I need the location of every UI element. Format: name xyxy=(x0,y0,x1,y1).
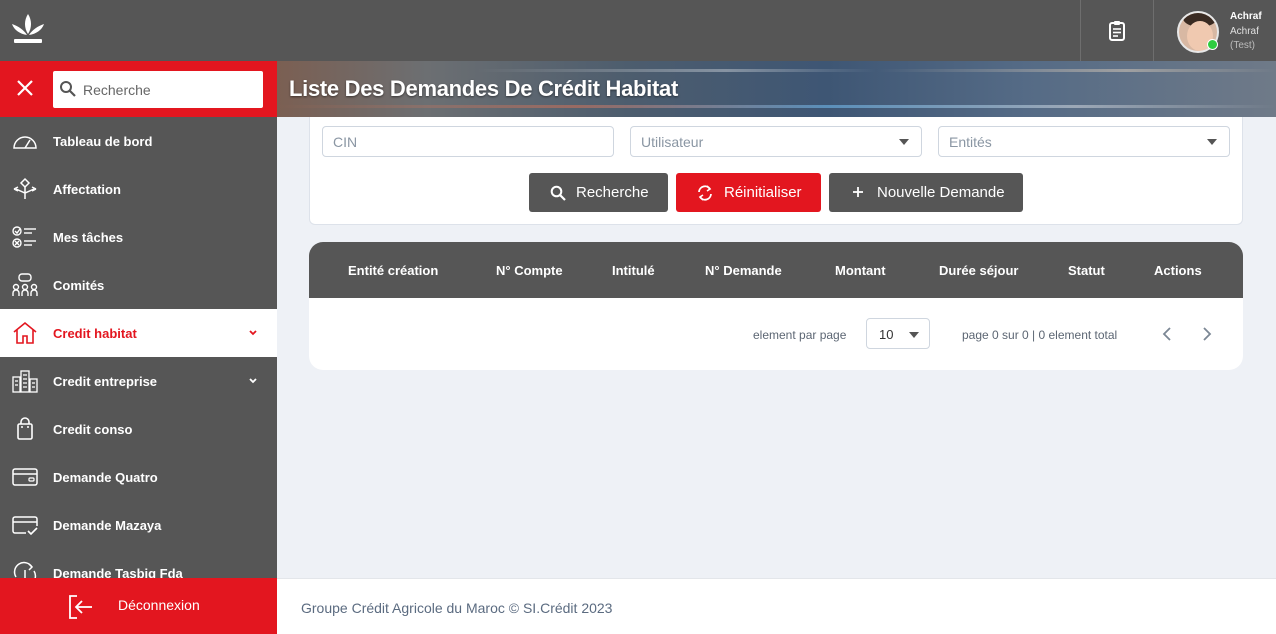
online-status-dot xyxy=(1207,39,1218,50)
clipboard-icon[interactable] xyxy=(1105,19,1129,43)
column-header[interactable]: Actions xyxy=(1154,263,1202,278)
logout-icon xyxy=(69,595,92,619)
route-icon xyxy=(13,177,37,199)
sidebar-item-affectation[interactable]: Affectation xyxy=(0,165,277,213)
footer-text: Groupe Crédit Agricole du Maroc © SI.Cré… xyxy=(301,600,613,616)
chevron-down-icon[interactable] xyxy=(247,375,259,387)
sidebar-item-credit-conso[interactable]: Credit conso xyxy=(0,405,277,453)
sidebar-item-label: Mes tâches xyxy=(53,230,124,245)
sidebar-item-label: Demande Quatro xyxy=(53,470,158,485)
column-header[interactable]: Entité création xyxy=(348,263,438,278)
caret-down-icon xyxy=(899,139,909,145)
user-placeholder: Utilisateur xyxy=(641,134,704,150)
logout-label: Déconnexion xyxy=(118,597,200,613)
checklist-icon xyxy=(12,226,36,248)
divider xyxy=(1080,0,1081,61)
shopping-bag-icon xyxy=(17,417,33,440)
refresh-icon xyxy=(698,185,712,201)
per-page-label: element par page xyxy=(753,328,847,342)
sidebar-item-demande-quatro[interactable]: Demande Quatro xyxy=(0,453,277,501)
table-header: Entité création N° Compte Intitulé N° De… xyxy=(309,242,1243,298)
cin-input[interactable]: CIN xyxy=(322,126,614,157)
user-tag: (Test) xyxy=(1230,40,1255,51)
buildings-icon xyxy=(12,370,38,393)
sidebar-item-label: Credit conso xyxy=(53,422,133,437)
caret-down-icon xyxy=(909,332,919,338)
sidebar: Tableau de bord Affectation Mes tâches xyxy=(0,61,277,634)
reset-button[interactable]: Réinitialiser xyxy=(676,173,821,212)
column-header[interactable]: Intitulé xyxy=(612,263,655,278)
user-name: Achraf xyxy=(1230,11,1262,22)
close-icon[interactable] xyxy=(14,77,36,99)
sidebar-item-tableau-de-bord[interactable]: Tableau de bord xyxy=(0,117,277,165)
chevron-left-icon[interactable] xyxy=(1160,326,1174,342)
search-button[interactable]: Recherche xyxy=(529,173,668,212)
sidebar-item-credit-entreprise[interactable]: Credit entreprise xyxy=(0,357,277,405)
sidebar-item-comites[interactable]: Comités xyxy=(0,261,277,309)
plus-icon xyxy=(853,187,863,197)
entities-placeholder: Entités xyxy=(949,134,992,150)
new-request-label: Nouvelle Demande xyxy=(877,184,1005,201)
sidebar-item-demande-mazaya[interactable]: Demande Mazaya xyxy=(0,501,277,549)
search-icon xyxy=(60,81,76,97)
entities-select[interactable]: Entités xyxy=(938,126,1230,157)
logout-button[interactable]: Déconnexion xyxy=(0,578,277,634)
sidebar-search xyxy=(53,71,263,108)
filter-panel: CIN Utilisateur Entités Recherche Réinit… xyxy=(309,117,1243,225)
column-header[interactable]: N° Demande xyxy=(705,263,782,278)
per-page-value: 10 xyxy=(879,327,894,342)
sidebar-menu: Tableau de bord Affectation Mes tâches C… xyxy=(0,117,277,597)
sidebar-item-label: Tableau de bord xyxy=(53,134,153,149)
footer: Groupe Crédit Agricole du Maroc © SI.Cré… xyxy=(277,578,1276,634)
gauge-icon xyxy=(13,136,37,149)
sidebar-search-input[interactable] xyxy=(83,77,258,102)
divider xyxy=(1153,0,1154,61)
sidebar-header xyxy=(0,61,277,117)
sidebar-item-mes-taches[interactable]: Mes tâches xyxy=(0,213,277,261)
column-header[interactable]: N° Compte xyxy=(496,263,563,278)
sidebar-item-label: Credit habitat xyxy=(53,326,137,341)
people-icon xyxy=(12,273,38,296)
page-title: Liste Des Demandes De Crédit Habitat xyxy=(289,76,678,101)
sidebar-item-label: Credit entreprise xyxy=(53,374,158,389)
per-page-select[interactable]: 10 xyxy=(866,318,930,349)
page-banner: Liste Des Demandes De Crédit Habitat xyxy=(277,61,1276,117)
column-header[interactable]: Montant xyxy=(835,263,886,278)
house-icon xyxy=(13,321,37,344)
sidebar-item-label: Affectation xyxy=(53,182,121,197)
pagination-summary: page 0 sur 0 | 0 element total xyxy=(962,328,1118,342)
column-header[interactable]: Durée séjour xyxy=(939,263,1018,278)
logo-icon[interactable] xyxy=(8,10,48,50)
caret-down-icon xyxy=(1207,139,1217,145)
search-icon xyxy=(550,185,566,201)
chevron-down-icon[interactable] xyxy=(247,327,259,339)
card-check-icon xyxy=(12,516,38,536)
requests-table: Entité création N° Compte Intitulé N° De… xyxy=(309,242,1243,370)
sidebar-item-label: Comités xyxy=(53,278,105,293)
credit-card-icon xyxy=(12,468,38,486)
sidebar-item-label: Demande Mazaya xyxy=(53,518,162,533)
reset-button-label: Réinitialiser xyxy=(724,184,802,201)
new-request-button[interactable]: Nouvelle Demande xyxy=(829,173,1023,212)
top-bar: Achraf Achraf (Test) xyxy=(0,0,1276,61)
column-header[interactable]: Statut xyxy=(1068,263,1105,278)
cin-placeholder: CIN xyxy=(333,134,358,150)
user-select[interactable]: Utilisateur xyxy=(630,126,922,157)
chevron-right-icon[interactable] xyxy=(1200,326,1214,342)
user-subtitle: Achraf xyxy=(1230,26,1259,37)
sidebar-item-credit-habitat[interactable]: Credit habitat xyxy=(0,309,277,357)
search-button-label: Recherche xyxy=(576,184,649,201)
